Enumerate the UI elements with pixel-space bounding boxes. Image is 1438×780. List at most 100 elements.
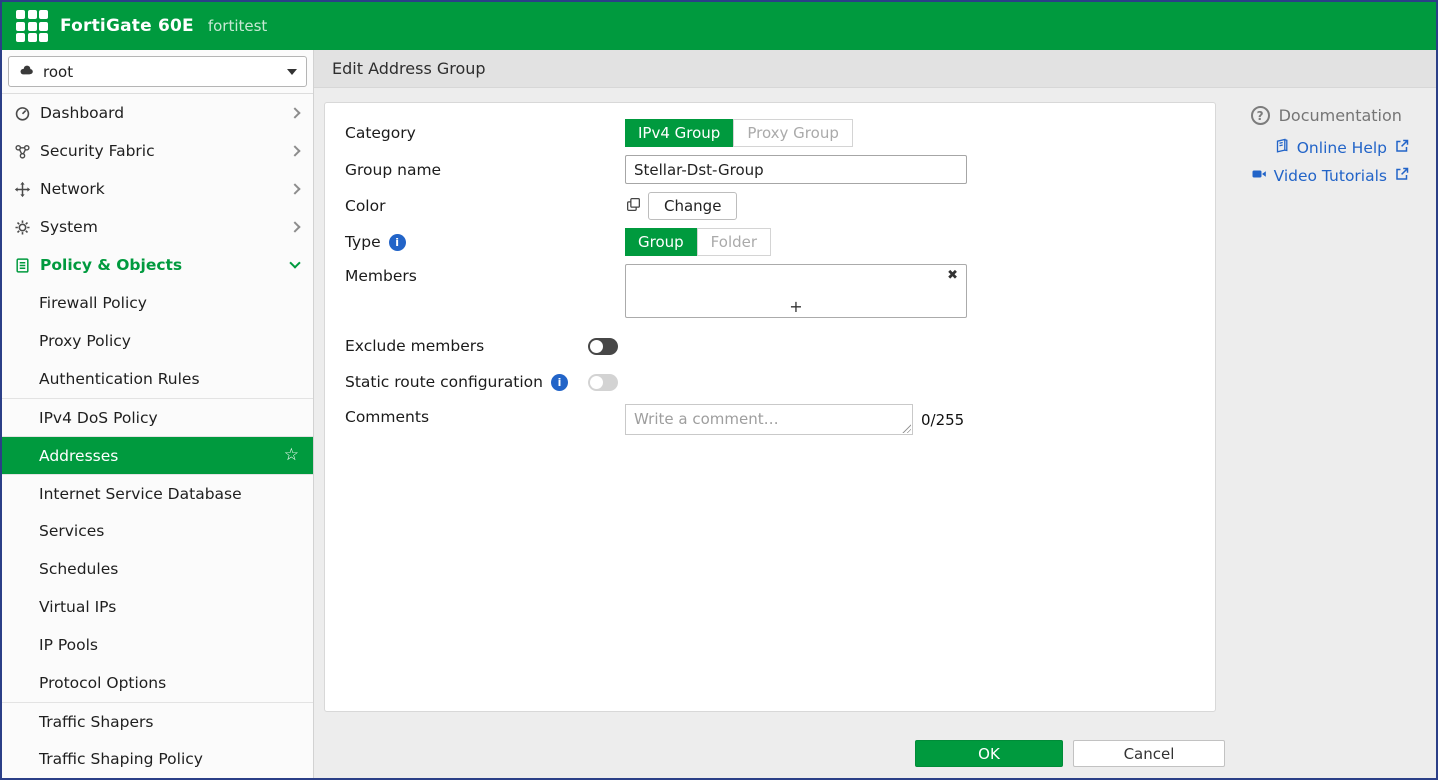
top-bar: FortiGate 60E fortitest (2, 2, 1436, 50)
sidebar-item-addresses[interactable]: Addresses ☆ (2, 436, 313, 474)
members-box[interactable]: ✖ + (625, 264, 967, 318)
policy-objects-icon (14, 257, 40, 274)
exclude-members-row: Exclude members (345, 332, 1195, 360)
sidebar-item-label: Services (39, 522, 104, 540)
clear-members-icon[interactable]: ✖ (947, 268, 958, 283)
sidebar-item-services[interactable]: Services (2, 512, 313, 550)
sidebar-item-internet-service-database[interactable]: Internet Service Database (2, 474, 313, 512)
category-option-ipv4-group[interactable]: IPv4 Group (625, 119, 733, 147)
comments-row: Comments 0/255 (345, 404, 1195, 435)
online-help-label: Online Help (1297, 139, 1387, 157)
video-tutorials-link[interactable]: Video Tutorials (1251, 166, 1410, 186)
device-name: FortiGate 60E (60, 16, 194, 36)
group-name-row: Group name (345, 155, 1195, 184)
color-change-button[interactable]: Change (648, 192, 737, 220)
sidebar-item-system[interactable]: System (2, 208, 313, 246)
main-content: Edit Address Group Category IPv4 Group P… (314, 50, 1436, 778)
sidebar-item-label: Virtual IPs (39, 598, 116, 616)
sidebar-item-security-fabric[interactable]: Security Fabric (2, 132, 313, 170)
chevron-right-icon (289, 107, 300, 118)
category-label: Category (345, 124, 625, 142)
network-icon (14, 181, 40, 198)
external-link-icon (1394, 138, 1410, 158)
security-fabric-icon (14, 143, 40, 160)
book-icon (1274, 138, 1290, 158)
ok-button[interactable]: OK (915, 740, 1063, 767)
sidebar-item-network[interactable]: Network (2, 170, 313, 208)
comments-textarea[interactable] (625, 404, 913, 435)
type-option-folder[interactable]: Folder (697, 228, 771, 256)
static-route-row: Static route configuration i (345, 368, 1195, 396)
comments-label: Comments (345, 408, 625, 426)
chevron-down-icon (289, 257, 300, 268)
sidebar-item-firewall-policy[interactable]: Firewall Policy (2, 284, 313, 322)
external-link-icon (1394, 166, 1410, 186)
vdom-selector[interactable]: root (8, 56, 307, 87)
type-row: Type i Group Folder (345, 228, 1195, 256)
help-circle-icon: ? (1251, 106, 1270, 125)
dashboard-icon (14, 105, 40, 122)
fortinet-logo-icon (16, 10, 48, 42)
sidebar-item-policy-objects[interactable]: Policy & Objects (2, 246, 313, 284)
exclude-members-toggle[interactable] (588, 338, 618, 355)
static-route-toggle[interactable] (588, 374, 618, 391)
sidebar: root Dashboard Security Fabric Network (2, 50, 314, 778)
sidebar-item-label: Traffic Shapers (39, 713, 153, 731)
sidebar-item-label: Internet Service Database (39, 485, 242, 503)
sidebar-item-label: Policy & Objects (40, 256, 182, 274)
members-row: Members ✖ + (345, 264, 1195, 318)
page-title: Edit Address Group (332, 59, 486, 78)
type-option-group[interactable]: Group (625, 228, 697, 256)
sidebar-item-virtual-ips[interactable]: Virtual IPs (2, 588, 313, 626)
chevron-right-icon (289, 183, 300, 194)
vdom-name: root (43, 63, 73, 81)
group-name-label: Group name (345, 161, 625, 179)
comments-counter: 0/255 (921, 411, 964, 429)
sidebar-item-ipv4-dos-policy[interactable]: IPv4 DoS Policy (2, 398, 313, 436)
sidebar-item-label: Protocol Options (39, 674, 166, 692)
online-help-link[interactable]: Online Help (1251, 138, 1410, 158)
star-icon[interactable]: ☆ (284, 447, 299, 464)
static-route-label: Static route configuration (345, 373, 543, 391)
category-option-proxy-group[interactable]: Proxy Group (733, 119, 853, 147)
exclude-members-label: Exclude members (345, 337, 484, 355)
sidebar-item-label: System (40, 218, 98, 236)
video-icon (1251, 166, 1267, 186)
type-label: Type (345, 233, 381, 251)
sidebar-item-proxy-policy[interactable]: Proxy Policy (2, 322, 313, 360)
color-label: Color (345, 197, 625, 215)
sidebar-item-label: Network (40, 180, 105, 198)
group-name-input[interactable] (625, 155, 967, 184)
sidebar-item-label: Addresses (39, 447, 118, 465)
sidebar-item-authentication-rules[interactable]: Authentication Rules (2, 360, 313, 398)
app-window: FortiGate 60E fortitest root Dashboard (0, 0, 1438, 780)
sidebar-item-traffic-shaping-policy[interactable]: Traffic Shaping Policy (2, 740, 313, 778)
sidebar-item-dashboard[interactable]: Dashboard (2, 94, 313, 132)
sidebar-item-label: Dashboard (40, 104, 124, 122)
sidebar-item-label: Authentication Rules (39, 370, 200, 388)
type-segmented-control: Group Folder (625, 228, 771, 256)
add-member-icon[interactable]: + (626, 299, 966, 315)
sidebar-item-schedules[interactable]: Schedules (2, 550, 313, 588)
sidebar-item-protocol-options[interactable]: Protocol Options (2, 664, 313, 702)
hostname: fortitest (208, 17, 267, 35)
members-label: Members (345, 267, 625, 285)
sidebar-item-ip-pools[interactable]: IP Pools (2, 626, 313, 664)
video-tutorials-label: Video Tutorials (1274, 167, 1387, 185)
chevron-right-icon (289, 145, 300, 156)
vdom-selector-wrap: root (2, 50, 313, 94)
category-row: Category IPv4 Group Proxy Group (345, 119, 1195, 147)
info-icon: i (389, 234, 406, 251)
dropdown-caret-icon (287, 69, 297, 75)
gear-icon (14, 219, 40, 236)
info-icon: i (551, 374, 568, 391)
sidebar-item-label: Traffic Shaping Policy (39, 750, 203, 768)
chevron-right-icon (289, 221, 300, 232)
cancel-button[interactable]: Cancel (1073, 740, 1225, 767)
sidebar-item-label: Proxy Policy (39, 332, 131, 350)
sidebar-item-label: Firewall Policy (39, 294, 147, 312)
edit-address-group-form: Category IPv4 Group Proxy Group Group na… (324, 102, 1216, 712)
page-header: Edit Address Group (314, 50, 1436, 88)
sidebar-item-traffic-shapers[interactable]: Traffic Shapers (2, 702, 313, 740)
sidebar-item-label: IP Pools (39, 636, 98, 654)
